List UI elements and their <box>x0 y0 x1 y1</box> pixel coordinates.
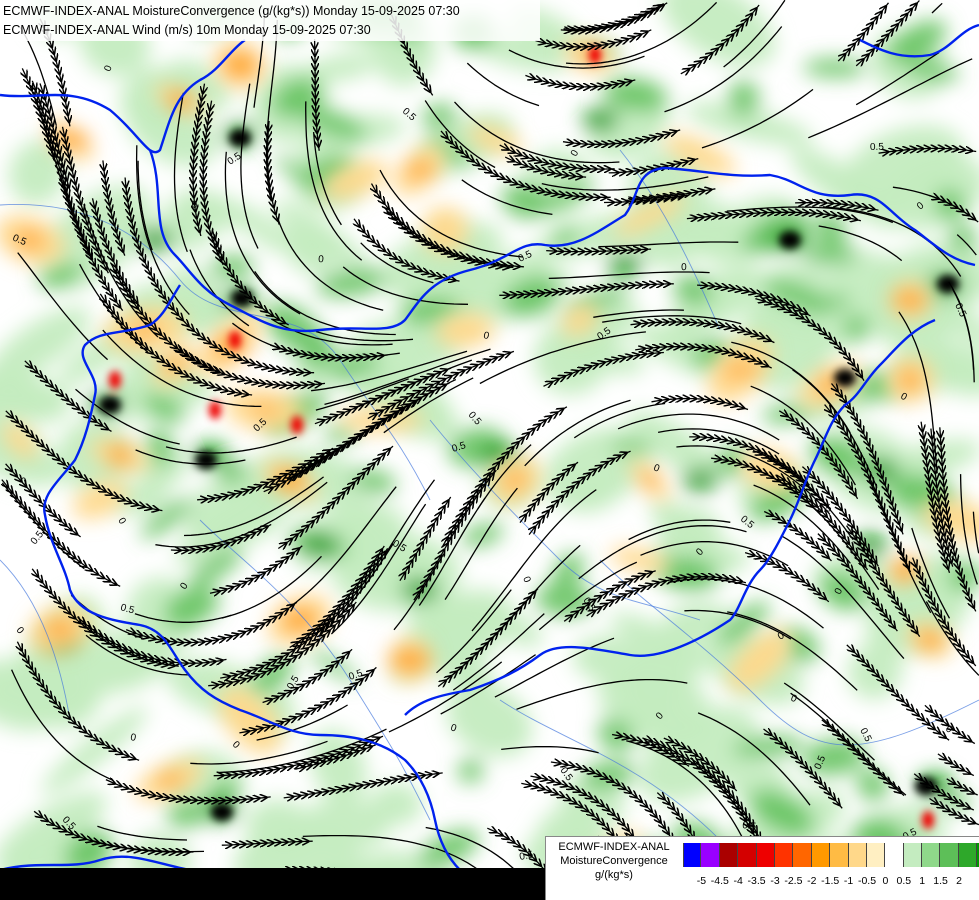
divergence-blob <box>389 649 431 671</box>
legend-tick: -2 <box>807 875 817 887</box>
legend-tick: -0.5 <box>857 875 877 887</box>
divergence-extreme-core <box>589 46 601 64</box>
legend-tick: -4 <box>733 875 743 887</box>
divergence-extreme-core <box>291 416 303 434</box>
divergence-extreme-core <box>922 811 934 829</box>
legend-swatch <box>793 843 812 867</box>
legend-swatch <box>811 843 831 867</box>
divergence-blob <box>255 403 275 417</box>
convergence-extreme-core <box>779 231 801 249</box>
convergence-core <box>582 108 618 132</box>
divergence-blob <box>916 631 944 649</box>
legend-swatch <box>903 843 923 867</box>
legend-tick: -3 <box>770 875 780 887</box>
legend-tick: -1.5 <box>821 875 840 887</box>
contour-label: 0.5 <box>870 142 885 153</box>
contour-label: 0 <box>681 262 687 273</box>
header-line-wind: ECMWF-INDEX-ANAL Wind (m/s) 10m Monday 1… <box>3 23 371 37</box>
legend-title-parameter: MoistureConvergence <box>560 855 668 867</box>
legend-tick: 2 <box>956 875 962 887</box>
convergence-extreme-core <box>99 396 121 414</box>
divergence-blob <box>404 161 436 179</box>
legend-swatch <box>774 843 794 867</box>
legend-swatch <box>922 843 941 867</box>
divergence-blob <box>720 363 760 377</box>
legend-swatch <box>848 843 867 867</box>
legend-swatch <box>885 843 904 867</box>
convergence-extreme-core <box>211 803 233 821</box>
chart-header: ECMWF-INDEX-ANAL MoistureConvergence (g/… <box>0 0 540 41</box>
convergence-core <box>682 468 718 492</box>
divergence-blob <box>505 471 525 489</box>
convergence-core <box>137 228 173 252</box>
header-line-moisture: ECMWF-INDEX-ANAL MoistureConvergence (g/… <box>3 4 460 18</box>
divergence-blob <box>110 442 130 468</box>
legend-title-model: ECMWF-INDEX-ANAL <box>558 841 670 853</box>
legend-tick: 0.5 <box>896 875 912 887</box>
contour-label: 0.5 <box>817 503 833 516</box>
divergence-extreme-core <box>109 371 121 389</box>
convergence-extreme-core <box>195 451 217 469</box>
convergence-extreme-core <box>229 129 251 147</box>
legend-tick: 1 <box>919 875 926 887</box>
moisture-convergence-map: 00.500.500.500.500.500.500.500.500.500.5… <box>0 0 979 900</box>
legend-swatch <box>756 843 775 867</box>
legend-tick: 1.5 <box>933 875 948 887</box>
convergence-extreme-core <box>834 369 856 387</box>
divergence-blob <box>157 773 183 787</box>
legend-tick: -2.5 <box>784 875 803 887</box>
divergence-blob <box>639 473 661 487</box>
legend-swatch <box>866 843 886 867</box>
legend-swatch <box>958 843 978 867</box>
convergence-extreme-core <box>915 777 937 795</box>
divergence-extreme-core <box>209 401 221 419</box>
convergence-extreme-core <box>231 289 253 307</box>
divergence-extreme-core <box>229 331 241 349</box>
legend-swatch <box>830 843 849 867</box>
legend-swatch <box>701 843 720 867</box>
legend-tick: -4.5 <box>710 875 729 887</box>
legend-tick: -1 <box>843 875 854 887</box>
contour-label: 0.5 <box>742 820 758 833</box>
legend-swatch <box>683 843 702 867</box>
divergence-blob <box>892 290 928 310</box>
convergence-core <box>302 533 338 557</box>
legend: ECMWF-INDEX-ANAL MoistureConvergence g/(… <box>545 836 979 900</box>
legend-swatch <box>940 843 959 867</box>
legend-swatch <box>719 843 739 867</box>
divergence-blob <box>45 620 75 640</box>
legend-tick: -3.5 <box>747 875 766 887</box>
legend-swatch <box>738 843 757 867</box>
legend-color-scale <box>683 843 979 867</box>
legend-tick-labels: -5 -4.5 -4 -3.5 -3 -2.5 -2 -1.5 -1 -0.5 0 0.5 1 1.5 2 <box>683 875 973 889</box>
legend-units: g/(kg*s) <box>595 869 633 881</box>
legend-tick: 0 <box>882 875 889 887</box>
convergence-extreme-core <box>937 275 959 293</box>
legend-title: ECMWF-INDEX-ANAL MoistureConvergence g/(… <box>546 841 682 883</box>
divergence-blob <box>900 368 920 392</box>
legend-tick: -5 <box>696 875 707 887</box>
